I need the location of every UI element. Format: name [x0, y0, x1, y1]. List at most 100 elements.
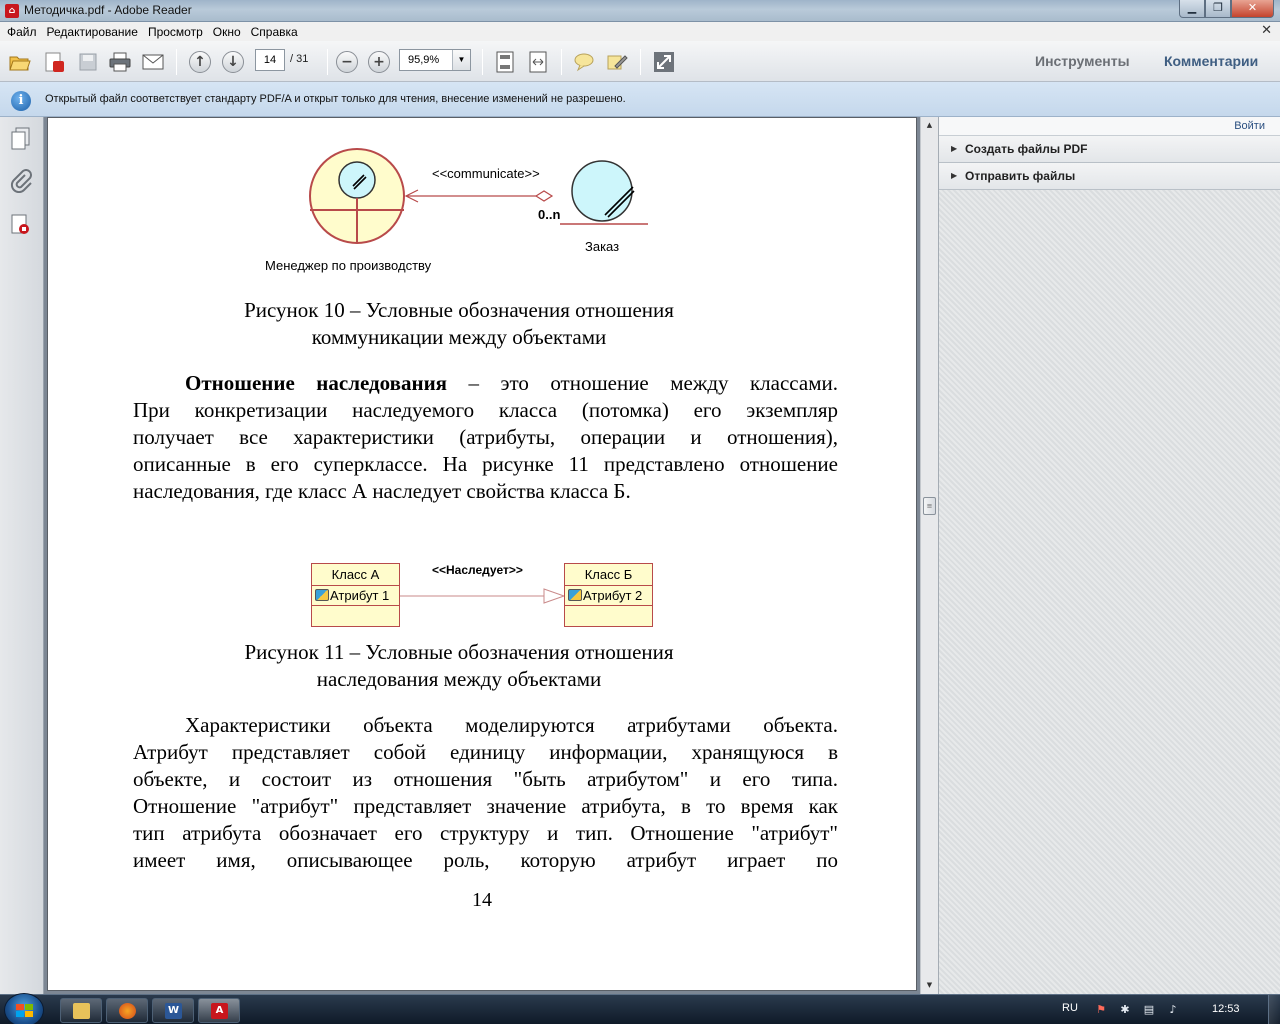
triangle-right-icon: ▶ — [951, 144, 958, 153]
fit-page-icon — [496, 51, 514, 73]
zoom-out-button[interactable]: − — [335, 50, 359, 74]
taskbar-explorer[interactable] — [60, 998, 102, 1023]
paragraph1-line3: получает все характеристики (атрибуты, о… — [133, 425, 838, 449]
close-window-button[interactable]: ✕ — [1231, 0, 1274, 18]
zoom-select[interactable]: 95,9% ▼ — [399, 49, 471, 71]
paragraph1-line5: наследования, где класс А наследует свой… — [133, 479, 631, 503]
paragraph2-line6: имеет имя, описывающее роль, которую атр… — [133, 848, 838, 872]
taskbar-firefox[interactable] — [106, 998, 148, 1023]
window-title: Методичка.pdf - Adobe Reader — [24, 3, 192, 17]
save-icon — [79, 53, 97, 71]
pen-note-icon — [607, 55, 628, 70]
page-total: / 31 — [290, 53, 309, 65]
email-button[interactable] — [141, 50, 165, 74]
class-b-name: Класс Б — [565, 564, 652, 586]
fit-page-button[interactable] — [493, 50, 517, 74]
scroll-down-icon[interactable]: ▼ — [921, 977, 938, 994]
inheritance-arrow — [400, 588, 566, 604]
class-b-attribute: Атрибут 2 — [565, 586, 652, 606]
panel-item-send-files[interactable]: ▶ Отправить файлы — [939, 163, 1280, 190]
arrow-up-icon: ↑ — [189, 51, 211, 73]
open-folder-icon — [9, 56, 31, 71]
clock[interactable]: 12:53 — [1212, 1003, 1240, 1015]
taskbar-adobe-reader[interactable]: A — [198, 998, 240, 1023]
attachments-button[interactable] — [9, 169, 33, 194]
fit-width-icon — [529, 51, 547, 73]
page-number: 14 — [472, 889, 492, 911]
menu-bar: Файл Редактирование Просмотр Окно Справк… — [0, 22, 1280, 41]
scroll-thumb[interactable]: ≡ — [923, 497, 936, 515]
class-b-box: Класс Б Атрибут 2 — [564, 563, 653, 627]
network-icon[interactable]: ▤ — [1142, 1003, 1156, 1017]
full-screen-button[interactable] — [652, 50, 676, 74]
document-view[interactable]: <<communicate>> 0..n Заказ Менеджер по п… — [44, 117, 924, 994]
minimize-button[interactable]: ▁ — [1179, 0, 1205, 18]
tools-tray-icon[interactable]: ✱ — [1118, 1003, 1132, 1017]
close-document-icon[interactable]: ✕ — [1261, 23, 1272, 38]
print-button[interactable] — [108, 50, 132, 74]
navigation-pane — [0, 117, 44, 994]
action-center-icon[interactable]: ⚑ — [1094, 1003, 1108, 1017]
paragraph1-line2: При конкретизации наследуемого класса (п… — [133, 398, 838, 422]
menu-window[interactable]: Окно — [208, 25, 246, 39]
paragraph2-line5: тип атрибута обозначает его структуру и … — [133, 821, 838, 845]
chevron-down-icon[interactable]: ▼ — [452, 50, 470, 70]
figure10-caption: Рисунок 10 – Условные обозначения отноше… — [159, 297, 759, 351]
taskbar-word[interactable]: W — [152, 998, 194, 1023]
pdf-page: <<communicate>> 0..n Заказ Менеджер по п… — [47, 117, 917, 991]
multiplicity-label: 0..n — [538, 207, 561, 222]
title-bar: ⌂ Методичка.pdf - Adobe Reader ▁ ❐ ✕ — [0, 0, 1280, 22]
next-page-button[interactable]: ↓ — [221, 50, 245, 74]
login-link[interactable]: Войти — [1234, 120, 1265, 132]
paperclip-icon — [10, 169, 32, 194]
paragraph2-line4: Отношение "атрибут" представляет значени… — [133, 794, 838, 818]
windows-logo-icon — [16, 1004, 34, 1018]
class-a-operations — [312, 606, 399, 626]
bold-term: Отношение наследования — [185, 371, 448, 395]
panel-item-create-pdf[interactable]: ▶ Создать файлы PDF — [939, 136, 1280, 163]
save-button[interactable] — [76, 50, 100, 74]
class-a-attribute: Атрибут 1 — [312, 586, 399, 606]
window-controls: ▁ ❐ ✕ — [1179, 0, 1274, 18]
pdf-icon: ⌂ — [5, 4, 19, 18]
comment-button[interactable] — [572, 50, 596, 74]
show-desktop-button[interactable] — [1268, 995, 1280, 1024]
language-indicator[interactable]: RU — [1062, 1002, 1078, 1014]
entity-label: Заказ — [585, 239, 620, 254]
actor-symbol — [309, 148, 405, 244]
menu-help[interactable]: Справка — [246, 25, 303, 39]
paragraph-inheritance: Отношение наследования – это отношение м… — [133, 370, 838, 505]
inherits-stereotype: <<Наследует>> — [432, 563, 523, 577]
paragraph2-line2: Атрибут представляет собой единицу инфор… — [133, 740, 838, 764]
previous-page-button[interactable]: ↑ — [188, 50, 212, 74]
start-button[interactable] — [4, 993, 44, 1024]
create-pdf-icon — [45, 52, 64, 72]
menu-file[interactable]: Файл — [2, 25, 42, 39]
firefox-icon — [119, 1003, 136, 1019]
attribute-icon — [315, 589, 329, 601]
figure11-caption-line2: наследования между объектами — [316, 667, 602, 691]
menu-view[interactable]: Просмотр — [143, 25, 208, 39]
open-file-button[interactable] — [8, 50, 32, 74]
signatures-button[interactable] — [9, 213, 33, 237]
panel-item-label: Отправить файлы — [965, 169, 1076, 183]
tools-pane-button[interactable]: Инструменты — [1035, 53, 1130, 69]
communicate-association — [404, 189, 554, 203]
scroll-up-icon[interactable]: ▲ — [921, 117, 938, 134]
expand-icon — [654, 52, 674, 72]
info-message: Открытый файл соответствует стандарту PD… — [45, 93, 626, 105]
panel-header: Войти — [939, 117, 1280, 136]
create-pdf-button[interactable] — [42, 50, 66, 74]
comments-pane-button[interactable]: Комментарии — [1164, 53, 1258, 69]
page-thumbnails-button[interactable] — [9, 127, 33, 151]
highlight-button[interactable] — [605, 50, 629, 74]
menu-edit[interactable]: Редактирование — [42, 25, 143, 39]
vertical-scrollbar[interactable]: ▲ ≡ ▼ — [920, 117, 938, 994]
fit-width-button[interactable] — [526, 50, 550, 74]
adobe-reader-icon: A — [211, 1003, 228, 1019]
volume-icon[interactable]: ♪ — [1166, 1003, 1180, 1017]
info-icon: i — [11, 91, 31, 111]
zoom-in-button[interactable]: + — [367, 50, 391, 74]
page-number-input[interactable]: 14 — [255, 49, 285, 71]
restore-button[interactable]: ❐ — [1205, 0, 1231, 18]
